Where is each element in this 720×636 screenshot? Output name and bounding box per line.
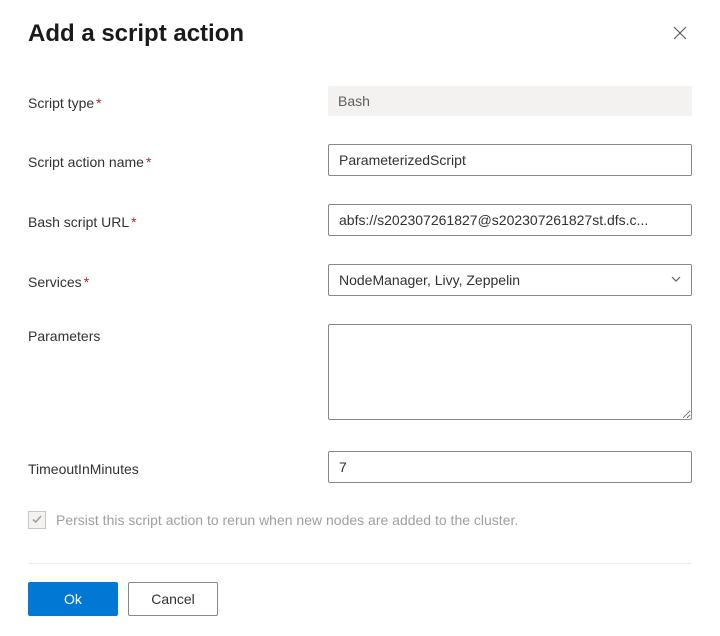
parameters-textarea[interactable]	[328, 324, 692, 420]
ok-button[interactable]: Ok	[28, 582, 118, 616]
script-action-name-input[interactable]	[328, 144, 692, 176]
row-services: Services* NodeManager, Livy, Zeppelin	[28, 264, 692, 296]
services-select[interactable]: NodeManager, Livy, Zeppelin	[328, 264, 692, 296]
timeout-label: TimeoutInMinutes	[28, 457, 328, 477]
dialog-header: Add a script action	[28, 20, 692, 48]
services-label: Services*	[28, 270, 328, 290]
bash-script-url-input[interactable]	[328, 204, 692, 236]
cancel-button[interactable]: Cancel	[128, 582, 218, 616]
row-script-type: Script type* Bash	[28, 86, 692, 116]
dialog-title: Add a script action	[28, 20, 244, 48]
required-marker: *	[146, 154, 151, 170]
row-script-action-name: Script action name*	[28, 144, 692, 176]
row-persist: Persist this script action to rerun when…	[28, 511, 692, 529]
persist-checkbox	[28, 511, 46, 529]
close-icon	[672, 25, 688, 44]
script-action-name-label: Script action name*	[28, 150, 328, 170]
row-timeout: TimeoutInMinutes	[28, 451, 692, 483]
row-parameters: Parameters	[28, 324, 692, 423]
persist-label: Persist this script action to rerun when…	[56, 512, 518, 528]
parameters-label: Parameters	[28, 324, 328, 344]
required-marker: *	[96, 95, 101, 111]
script-type-label: Script type*	[28, 91, 328, 111]
close-button[interactable]	[668, 21, 692, 48]
row-bash-script-url: Bash script URL*	[28, 204, 692, 236]
required-marker: *	[131, 214, 136, 230]
check-icon	[31, 512, 43, 528]
timeout-input[interactable]	[328, 451, 692, 483]
add-script-action-dialog: Add a script action Script type* Bash Sc…	[0, 0, 720, 636]
required-marker: *	[84, 274, 89, 290]
script-type-value: Bash	[328, 86, 692, 116]
form-body: Script type* Bash Script action name* Ba…	[28, 86, 692, 545]
dialog-footer: Ok Cancel	[28, 563, 692, 616]
bash-script-url-label: Bash script URL*	[28, 210, 328, 230]
